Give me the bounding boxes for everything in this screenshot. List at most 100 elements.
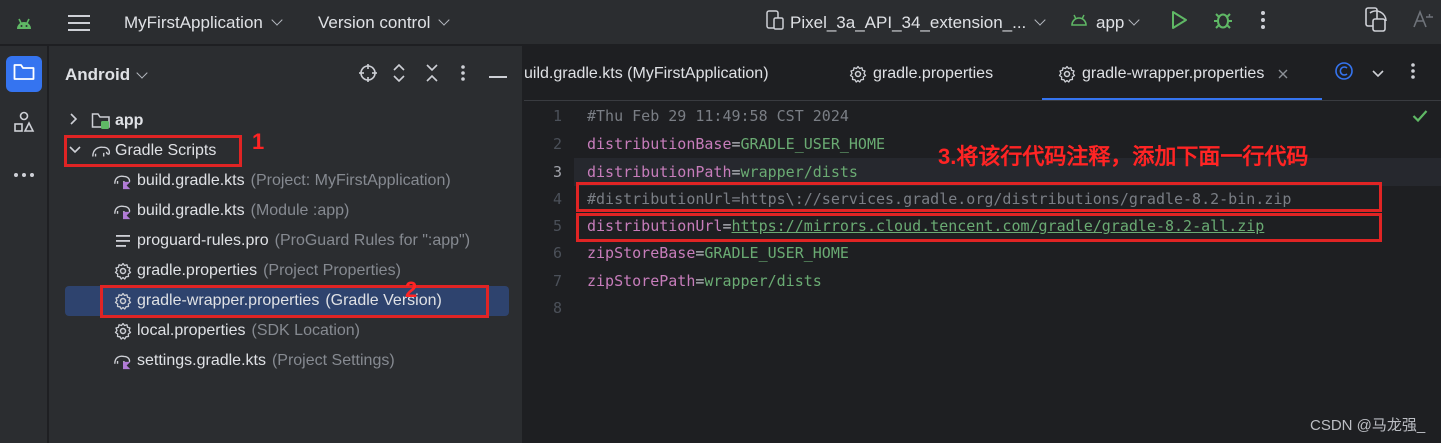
- folder-icon: [13, 63, 35, 86]
- tree-item-label: build.gradle.kts: [137, 202, 245, 219]
- more-vertical-icon: [460, 64, 466, 87]
- bug-icon: [1212, 9, 1234, 36]
- android-app-icon: [1070, 13, 1088, 32]
- property-key: zipStoreBase: [587, 244, 696, 262]
- module-folder-icon: [91, 111, 111, 131]
- tree-item-app[interactable]: app: [49, 106, 523, 136]
- device-manager-icon: [1364, 7, 1388, 38]
- collapse-all-button[interactable]: [425, 46, 439, 104]
- tree-item-gradle-properties[interactable]: gradle.properties (Project Properties): [49, 256, 523, 286]
- text-file-icon: [113, 231, 133, 251]
- tab-gradle-wrapper-properties[interactable]: gradle-wrapper.properties: [1058, 46, 1288, 100]
- gear-icon: [113, 321, 133, 341]
- device-selector[interactable]: Pixel_3a_API_34_extension_...: [766, 0, 1046, 45]
- equals-sign: =: [731, 163, 741, 181]
- minimize-icon: [489, 66, 507, 84]
- device-label: Pixel_3a_API_34_extension_...: [790, 12, 1027, 32]
- structure-tool-button[interactable]: [6, 106, 42, 142]
- tool-window-strip: [0, 46, 48, 443]
- gradle-kotlin-file-icon: [113, 171, 133, 191]
- line-number-current: 3: [552, 163, 562, 181]
- tree-item-hint: (Project: MyFirstApplication): [250, 172, 451, 189]
- tree-item-label: proguard-rules.pro: [137, 232, 269, 249]
- device-manager-button[interactable]: [1364, 0, 1388, 45]
- more-actions-button[interactable]: [1260, 0, 1266, 45]
- tree-item-hint: (Module :app): [250, 202, 350, 219]
- property-value: GRADLE_USER_HOME: [740, 135, 886, 153]
- tree-item-settings-gradle[interactable]: settings.gradle.kts (Project Settings): [49, 346, 523, 376]
- line-number: 1: [552, 107, 562, 125]
- gradle-kotlin-file-icon: [113, 351, 133, 371]
- tree-item-label: gradle.properties: [137, 262, 258, 279]
- tree-item-proguard[interactable]: proguard-rules.pro (ProGuard Rules for "…: [49, 226, 523, 256]
- watermark: CSDN @马龙强_: [1310, 417, 1426, 434]
- gear-icon: [849, 65, 867, 83]
- expand-all-button[interactable]: [392, 46, 406, 104]
- run-icon: [1170, 10, 1188, 35]
- android-logo-icon[interactable]: [14, 0, 34, 45]
- collapse-icon: [425, 63, 439, 87]
- line-number-gutter: 1 2 3 4 5 6 7 8: [524, 101, 574, 443]
- crosshair-icon: [358, 63, 378, 88]
- annotation-box-3: [576, 182, 1382, 212]
- tree-item-build-gradle-project[interactable]: build.gradle.kts (Project: MyFirstApplic…: [49, 166, 523, 196]
- chevron-down-icon: [1128, 14, 1141, 26]
- annotation-label-3: 3.将该行代码注释，添加下面一行代码: [938, 144, 1309, 169]
- property-key: distributionBase: [587, 135, 732, 153]
- tab-gradle-properties[interactable]: gradle.properties: [849, 46, 993, 100]
- debug-button[interactable]: [1212, 0, 1234, 45]
- device-icon: [766, 10, 784, 35]
- property-value: GRADLE_USER_HOME: [704, 244, 849, 262]
- line-number: 7: [552, 272, 562, 290]
- tree-item-hint: (Project Properties): [263, 262, 401, 279]
- project-tool-button[interactable]: [6, 56, 42, 92]
- chevron-down-icon: [1034, 14, 1046, 26]
- gradle-kotlin-file-icon: [113, 201, 133, 221]
- project-view-selector[interactable]: Android: [65, 46, 148, 104]
- vcs-selector[interactable]: Version control: [318, 0, 451, 45]
- more-vertical-icon: [1260, 10, 1266, 35]
- main-menu-icon[interactable]: [68, 0, 90, 45]
- tab-list-button[interactable]: [1372, 46, 1384, 100]
- project-view-title: Android: [65, 65, 131, 84]
- tab-build-gradle-project[interactable]: uild.gradle.kts (MyFirstApplication): [524, 46, 769, 100]
- chevron-down-icon: [271, 14, 283, 26]
- tree-item-label: settings.gradle.kts: [137, 352, 266, 369]
- run-button[interactable]: [1170, 0, 1188, 45]
- code-line-7: zipStorePath=wrapper/dists: [587, 267, 822, 295]
- locate-button[interactable]: [358, 46, 378, 104]
- tree-item-label: local.properties: [137, 322, 246, 339]
- run-config-label: app: [1096, 12, 1125, 32]
- run-config-selector[interactable]: app: [1070, 0, 1141, 45]
- project-panel: Android app Gradle Scripts build.gradle.…: [49, 46, 523, 443]
- line-number: 6: [552, 244, 562, 262]
- code-line-2: distributionBase=GRADLE_USER_HOME: [587, 130, 885, 158]
- code-line-1: #Thu Feb 29 11:49:58 CST 2024: [587, 107, 849, 125]
- structure-icon: [13, 111, 35, 138]
- tab-kotlin-file[interactable]: [1334, 46, 1354, 100]
- more-tools-button[interactable]: [6, 156, 42, 192]
- annotation-box-2: [100, 285, 489, 318]
- translate-button[interactable]: [1412, 0, 1434, 45]
- editor-options-button[interactable]: [1410, 46, 1416, 100]
- no-problems-check-icon[interactable]: [1412, 109, 1428, 128]
- project-selector[interactable]: MyFirstApplication: [124, 0, 283, 45]
- close-icon[interactable]: [1278, 69, 1288, 79]
- line-number: 8: [552, 299, 562, 317]
- annotation-label-1: 1: [252, 129, 265, 154]
- chevron-down-icon: [136, 66, 148, 79]
- tree-item-hint: (SDK Location): [251, 322, 361, 339]
- tree-item-hint: (ProGuard Rules for ":app"): [274, 232, 471, 249]
- tree-item-build-gradle-module[interactable]: build.gradle.kts (Module :app): [49, 196, 523, 226]
- equals-sign: =: [731, 135, 741, 153]
- project-name: MyFirstApplication: [124, 12, 263, 32]
- chevron-down-icon: [438, 14, 451, 26]
- more-vertical-icon: [1410, 62, 1416, 85]
- line-number: 4: [552, 190, 562, 208]
- kotlin-class-icon: [1334, 61, 1354, 86]
- tree-item-local-properties[interactable]: local.properties (SDK Location): [49, 316, 523, 346]
- hide-panel-button[interactable]: [489, 46, 507, 104]
- chevron-right-icon: [69, 112, 85, 130]
- panel-options-button[interactable]: [460, 46, 466, 104]
- annotation-box-4: [576, 213, 1382, 242]
